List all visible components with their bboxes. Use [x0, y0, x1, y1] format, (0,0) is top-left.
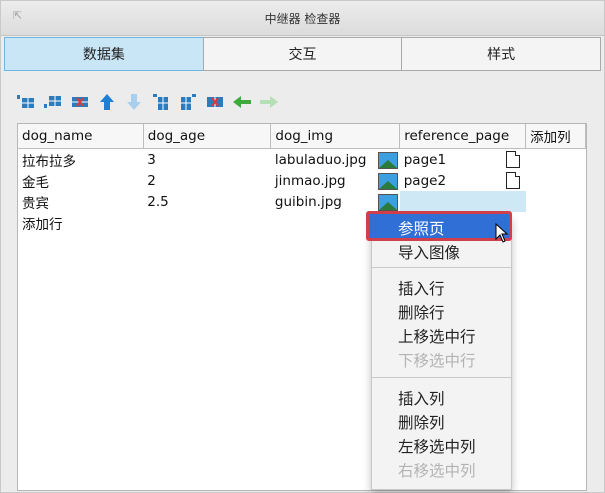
cell-empty	[526, 170, 586, 191]
menu-item-move-column-right: 右移选中列	[398, 462, 476, 480]
menu-item-move-column-left[interactable]: 左移选中列	[398, 435, 476, 457]
cell-dog-img-text: guibin.jpg	[274, 193, 342, 210]
table-header: dog_name dog_age dog_img reference_page …	[18, 124, 586, 149]
menu-item-delete-row[interactable]: 删除行	[398, 301, 445, 323]
cell-dog-age[interactable]: 3	[143, 149, 271, 171]
dataset-toolbar	[17, 91, 278, 113]
column-header-reference-page[interactable]: reference_page	[399, 124, 527, 149]
cell-empty	[526, 149, 586, 171]
table-row[interactable]: 金毛 2 jinmao.jpg page2	[18, 170, 586, 191]
menu-item-move-row-up[interactable]: 上移选中行	[398, 325, 476, 347]
add-column-button[interactable]: 添加列	[525, 124, 586, 149]
cell-dog-img[interactable]: guibin.jpg	[271, 191, 400, 212]
title-bar: ⇱ 中继器 检查器	[1, 1, 604, 36]
cell-reference-page[interactable]: page2	[400, 170, 526, 191]
menu-item-reference-page[interactable]: 参照页	[366, 211, 512, 241]
cell-dog-img[interactable]: labuladuo.jpg	[271, 149, 400, 171]
add-row-button[interactable]: 添加行	[18, 212, 143, 233]
menu-item-delete-column[interactable]: 删除列	[398, 411, 445, 433]
cell-reference-page[interactable]: page1	[400, 149, 526, 171]
cell-reference-page-text: page2	[403, 172, 447, 189]
page-icon[interactable]	[505, 151, 520, 168]
window-title: 中继器 检查器	[264, 12, 341, 26]
cell-dog-name[interactable]: 金毛	[18, 170, 143, 191]
column-header-dog-img[interactable]: dog_img	[270, 124, 401, 149]
cell-empty	[143, 212, 271, 233]
image-icon[interactable]	[377, 194, 398, 211]
cell-dog-img-text: labuladuo.jpg	[274, 151, 367, 168]
move-right-icon	[260, 93, 278, 111]
menu-item-insert-column[interactable]: 插入列	[398, 387, 445, 409]
context-menu: 参照页 导入图像 插入行 删除行 上移选中行 下移选中行 插入列 删除列 左移选…	[366, 211, 512, 490]
move-down-icon	[125, 93, 143, 111]
image-icon[interactable]	[377, 152, 398, 169]
cell-dog-img-text: jinmao.jpg	[274, 172, 346, 189]
menu-separator	[372, 377, 511, 378]
menu-item-insert-row[interactable]: 插入行	[398, 277, 445, 299]
tab-dataset[interactable]: 数据集	[4, 37, 204, 71]
tab-interaction[interactable]: 交互	[202, 37, 403, 71]
tab-bar: 数据集 交互 样式	[4, 37, 602, 71]
cell-dog-img[interactable]: jinmao.jpg	[271, 170, 400, 191]
column-header-dog-name[interactable]: dog_name	[18, 124, 144, 149]
inspector-window: ⇱ 中继器 检查器 数据集 交互 样式 dog_name dog_age dog…	[0, 0, 605, 493]
mouse-cursor-icon	[495, 222, 509, 247]
column-header-dog-age[interactable]: dog_age	[143, 124, 272, 149]
image-icon[interactable]	[377, 173, 398, 190]
delete-row-icon[interactable]	[71, 93, 89, 111]
table-row[interactable]: 贵宾 2.5 guibin.jpg	[18, 191, 586, 212]
cell-reference-page-text: page1	[403, 151, 447, 168]
insert-row-above-icon[interactable]	[17, 93, 35, 111]
cell-empty	[526, 212, 586, 233]
delete-column-icon[interactable]	[206, 93, 224, 111]
tab-style[interactable]: 样式	[401, 37, 602, 71]
menu-item-move-row-down: 下移选中行	[398, 352, 476, 370]
menu-item-import-image[interactable]: 导入图像	[398, 241, 460, 263]
menu-separator	[372, 267, 511, 268]
cell-dog-age[interactable]: 2	[143, 170, 271, 191]
cell-dog-age[interactable]: 2.5	[143, 191, 271, 212]
cell-dog-name[interactable]: 拉布拉多	[18, 149, 143, 171]
menu-item-reference-page-label: 参照页	[398, 220, 445, 238]
table-row[interactable]: 拉布拉多 3 labuladuo.jpg page1	[18, 149, 586, 171]
page-icon[interactable]	[505, 172, 520, 189]
cell-dog-name[interactable]: 贵宾	[18, 191, 143, 212]
cell-reference-page-selected[interactable]	[399, 191, 526, 212]
insert-column-right-icon[interactable]	[179, 93, 197, 111]
move-left-icon[interactable]	[233, 93, 251, 111]
insert-row-below-icon[interactable]	[44, 93, 62, 111]
cell-empty	[526, 191, 586, 212]
insert-column-left-icon[interactable]	[152, 93, 170, 111]
move-up-icon[interactable]	[98, 93, 116, 111]
